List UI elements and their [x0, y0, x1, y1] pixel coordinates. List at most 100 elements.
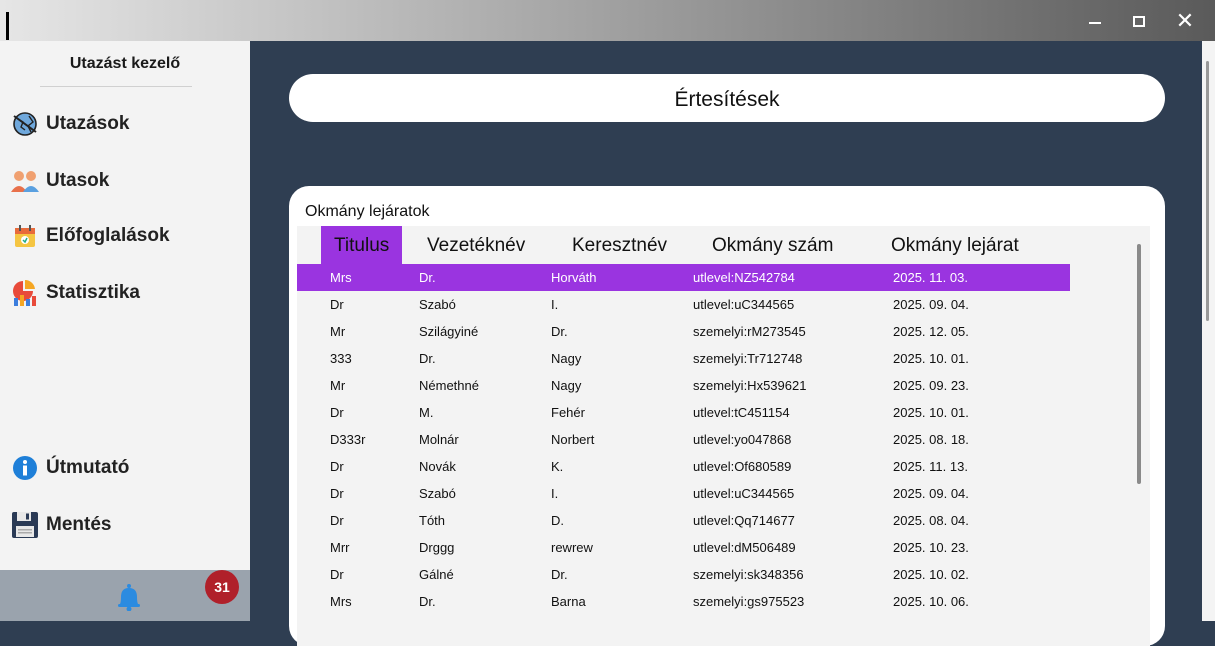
sidebar-item-label: Mentés	[46, 514, 112, 535]
cell-keresztnev: Nagy	[551, 351, 582, 366]
table-row[interactable]: Dr Szabó I. utlevel:uC344565 2025. 09. 04.	[297, 480, 1070, 507]
table-row[interactable]: Dr Tóth D. utlevel:Qq714677 2025. 08. 04.	[297, 507, 1070, 534]
sidebar-item-label: Utasok	[46, 170, 110, 191]
cell-titulus: Dr	[330, 297, 344, 312]
cell-vezeteknev: Dr.	[419, 594, 436, 609]
chart-icon	[10, 278, 40, 308]
sidebar-item-utasok[interactable]: Utasok	[10, 165, 109, 197]
table-row[interactable]: Mrr Drggg rewrew utlevel:dM506489 2025. 10. …	[297, 534, 1070, 561]
sidebar-item-elofoglalasok[interactable]: Előfoglalások	[10, 220, 170, 252]
globe-plane-icon	[10, 109, 40, 139]
cell-titulus: Dr	[330, 405, 344, 420]
cell-okmany-szam: utlevel:NZ542784	[693, 270, 795, 285]
cell-okmany-lejarat: 2025. 10. 06.	[893, 594, 969, 609]
cell-vezeteknev: Némethné	[419, 378, 479, 393]
cell-okmany-szam: utlevel:tC451154	[693, 405, 790, 420]
table-row[interactable]: 333 Dr. Nagy szemelyi:Tr712748 2025. 10. 01.	[297, 345, 1070, 372]
table-scrollbar[interactable]	[1137, 244, 1141, 484]
minimize-button[interactable]	[1080, 8, 1110, 34]
column-header-vezeteknev[interactable]: Vezetéknév	[427, 226, 525, 264]
maximize-button[interactable]	[1124, 8, 1154, 34]
cell-okmany-lejarat: 2025. 10. 02.	[893, 567, 969, 582]
sidebar-item-utmutato[interactable]: Útmutató	[10, 452, 129, 484]
cell-okmany-szam: utlevel:yo047868	[693, 432, 792, 447]
table-row[interactable]: Dr Gálné Dr. szemelyi:sk348356 2025. 10. 02.	[297, 561, 1070, 588]
cell-vezeteknev: Molnár	[419, 432, 459, 447]
cell-okmany-szam: szemelyi:gs975523	[693, 594, 805, 609]
window-scrollbar-thumb[interactable]	[1206, 61, 1209, 321]
cell-keresztnev: Nagy	[551, 378, 582, 393]
table-row[interactable]: Mr Némethné Nagy szemelyi:Hx539621 2025. 09.…	[297, 372, 1070, 399]
maximize-icon	[1133, 16, 1145, 27]
table-row[interactable]: Mrs Dr. Barna szemelyi:gs975523 2025. 10. 06…	[297, 588, 1070, 615]
notification-bell-button[interactable]	[116, 583, 142, 616]
column-header-titulus[interactable]: Titulus	[321, 226, 403, 264]
table-row[interactable]: Dr Novák K. utlevel:Of680589 2025. 11. 13.	[297, 453, 1070, 480]
people-icon	[10, 166, 40, 196]
cell-okmany-szam: szemelyi:rM273545	[693, 324, 806, 339]
sidebar-item-utazasok[interactable]: Utazások	[10, 108, 129, 140]
expiry-table: Titulus Vezetéknév Keresztnév Okmány szá…	[297, 226, 1150, 646]
cell-keresztnev: Dr.	[551, 324, 568, 339]
cell-titulus: Mrs	[330, 594, 352, 609]
cell-titulus: Mrr	[330, 540, 350, 555]
cell-titulus: Dr	[330, 486, 344, 501]
sidebar-item-statisztika[interactable]: Statisztika	[10, 277, 140, 309]
notification-bar: 31	[0, 570, 250, 621]
cell-okmany-lejarat: 2025. 11. 13.	[893, 459, 968, 474]
page-title: Értesítések	[289, 74, 1165, 122]
cell-vezeteknev: Szilágyiné	[419, 324, 479, 339]
cell-keresztnev: Norbert	[551, 432, 595, 447]
cell-okmany-lejarat: 2025. 08. 18.	[893, 432, 969, 447]
cell-okmany-szam: utlevel:uC344565	[693, 297, 795, 312]
cell-titulus: Dr	[330, 459, 344, 474]
cell-vezeteknev: M.	[419, 405, 434, 420]
minimize-icon	[1089, 22, 1101, 24]
cell-keresztnev: Horváth	[551, 270, 597, 285]
table-row[interactable]: Mr Szilágyiné Dr. szemelyi:rM273545 2025. 12…	[297, 318, 1070, 345]
cell-keresztnev: I.	[551, 297, 559, 312]
calendar-icon	[10, 221, 40, 251]
cell-keresztnev: K.	[551, 459, 564, 474]
save-icon	[10, 510, 40, 540]
cell-okmany-szam: utlevel:Qq714677	[693, 513, 795, 528]
column-header-keresztnev[interactable]: Keresztnév	[572, 226, 667, 264]
close-button[interactable]: ✕	[1170, 8, 1200, 34]
sidebar-divider	[40, 86, 192, 87]
cell-okmany-lejarat: 2025. 10. 01.	[893, 351, 969, 366]
table-row[interactable]: Dr Szabó I. utlevel:uC344565 2025. 09. 04.	[297, 291, 1070, 318]
cell-okmany-lejarat: 2025. 12. 05.	[893, 324, 969, 339]
cell-okmany-lejarat: 2025. 10. 23.	[893, 540, 969, 555]
cell-okmany-szam: utlevel:uC344565	[693, 486, 795, 501]
title-bar: ✕	[0, 0, 1215, 41]
cell-titulus: Dr	[330, 513, 344, 528]
sidebar-item-mentes[interactable]: Mentés	[10, 509, 111, 541]
column-header-okmany-lejarat[interactable]: Okmány lejárat	[891, 226, 1019, 264]
document-expiry-panel: Okmány lejáratok Titulus Vezetéknév Kere…	[289, 186, 1165, 646]
sidebar-item-label: Statisztika	[46, 282, 140, 303]
cell-okmany-szam: szemelyi:sk348356	[693, 567, 804, 582]
sidebar-item-label: Útmutató	[46, 457, 130, 478]
cell-vezeteknev: Drggg	[419, 540, 455, 555]
bell-icon	[118, 584, 140, 612]
app-title: Utazást kezelő	[69, 55, 181, 72]
notification-count-badge[interactable]: 31	[205, 570, 239, 604]
column-header-okmany-szam[interactable]: Okmány szám	[712, 226, 833, 264]
cell-titulus: Dr	[330, 567, 344, 582]
cell-titulus: Mrs	[330, 270, 352, 285]
table-row[interactable]: Mrs Dr. Horváth utlevel:NZ542784 2025. 11. 0…	[297, 264, 1070, 291]
cell-titulus: Mr	[330, 378, 346, 393]
info-icon	[10, 453, 40, 483]
table-row[interactable]: D333r Molnár Norbert utlevel:yo047868 2025. …	[297, 426, 1070, 453]
cell-titulus: Mr	[330, 324, 346, 339]
cell-vezeteknev: Tóth	[419, 513, 446, 528]
cell-okmany-lejarat: 2025. 09. 04.	[893, 297, 969, 312]
cell-vezeteknev: Gálné	[419, 567, 454, 582]
section-title: Okmány lejáratok	[305, 203, 430, 220]
table-row[interactable]: Dr M. Fehér utlevel:tC451154 2025. 10. 01.	[297, 399, 1070, 426]
cell-vezeteknev: Novák	[419, 459, 456, 474]
cell-okmany-lejarat: 2025. 09. 04.	[893, 486, 969, 501]
window-scrollbar[interactable]	[1202, 41, 1215, 621]
cell-okmany-lejarat: 2025. 10. 01.	[893, 405, 969, 420]
cell-okmany-szam: utlevel:dM506489	[693, 540, 796, 555]
